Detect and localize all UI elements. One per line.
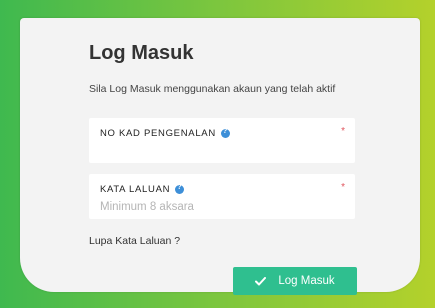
- required-mark: *: [341, 182, 345, 193]
- help-icon[interactable]: [175, 184, 185, 194]
- password-input[interactable]: [100, 200, 340, 214]
- page-subtitle: Sila Log Masuk menggunakan akaun yang te…: [89, 83, 336, 95]
- ic-number-field[interactable]: NO KAD PENGENALAN *: [89, 118, 355, 163]
- forgot-password-link[interactable]: Lupa Kata Laluan ?: [89, 235, 180, 247]
- ic-number-input[interactable]: [100, 144, 340, 158]
- password-label-text: KATA LALUAN: [100, 184, 171, 195]
- ic-number-label: NO KAD PENGENALAN: [100, 128, 230, 139]
- ic-number-label-text: NO KAD PENGENALAN: [100, 128, 216, 139]
- login-button[interactable]: Log Masuk: [233, 267, 357, 295]
- password-label: KATA LALUAN: [100, 184, 185, 195]
- page-title: Log Masuk: [89, 42, 194, 64]
- check-icon: [255, 276, 267, 285]
- login-button-label: Log Masuk: [278, 275, 335, 287]
- password-field[interactable]: KATA LALUAN *: [89, 174, 355, 219]
- login-card: Log Masuk Sila Log Masuk menggunakan aka…: [20, 18, 420, 295]
- help-icon[interactable]: [220, 128, 230, 138]
- required-mark: *: [341, 126, 345, 137]
